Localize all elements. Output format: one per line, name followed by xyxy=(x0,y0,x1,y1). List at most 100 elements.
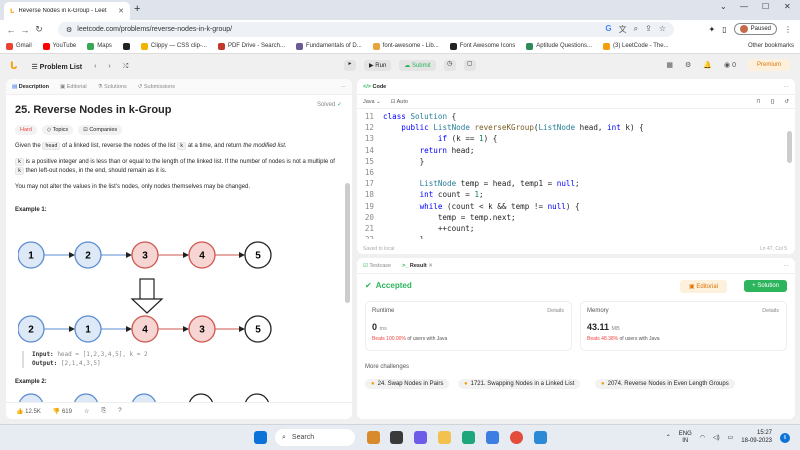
profile-button[interactable]: Paused xyxy=(733,23,777,35)
close-tab-icon[interactable]: ✕ xyxy=(118,7,124,15)
task-view-icon[interactable] xyxy=(390,431,403,444)
auto-mode-toggle[interactable]: ⊡ Auto xyxy=(391,99,408,105)
bookmark-item[interactable]: PDF Drive - Search... xyxy=(217,42,285,50)
close-tab-icon[interactable]: ✕ xyxy=(428,263,433,269)
language-indicator[interactable]: ENG IN xyxy=(679,431,692,445)
bookmark-item[interactable]: Maps xyxy=(87,42,112,50)
run-button[interactable]: ▶ Run xyxy=(364,60,392,71)
notifications-icon[interactable]: 🔔 xyxy=(703,61,712,69)
forward-icon[interactable]: → xyxy=(18,25,32,35)
vscode-icon[interactable] xyxy=(534,431,547,444)
share-link-icon[interactable]: ⎘ xyxy=(101,408,106,415)
address-bar[interactable]: ⚙ leetcode.com/problems/reverse-nodes-in… xyxy=(58,22,674,37)
tray-expand-icon[interactable]: ⌃ xyxy=(666,434,671,441)
bookmark-item[interactable]: Clippy — CSS clip-... xyxy=(140,42,207,50)
windows-start-icon[interactable] xyxy=(254,431,267,444)
notes-icon[interactable]: ▢ xyxy=(463,60,476,71)
solution-button[interactable]: + Solution xyxy=(744,280,787,292)
store-icon[interactable] xyxy=(486,431,499,444)
extensions-icon[interactable]: ✦ xyxy=(709,25,716,34)
zoom-icon[interactable]: ⌕ xyxy=(634,24,638,35)
runtime-card[interactable]: Runtime Details 0 ms Beats 100.00% of us… xyxy=(365,301,572,351)
wifi-icon[interactable]: ◠ xyxy=(700,434,705,441)
other-bookmarks-folder[interactable]: Other bookmarks xyxy=(748,43,794,49)
share-icon[interactable]: ⇪ xyxy=(645,24,652,35)
problem-list-button[interactable]: ☰ Problem List xyxy=(31,63,82,71)
prev-problem-icon[interactable]: ‹ xyxy=(94,63,96,71)
battery-icon[interactable]: ▭ xyxy=(728,434,734,441)
bookmark-icon[interactable]: ⊓ xyxy=(756,99,760,105)
editorial-button[interactable]: ▣ Editorial xyxy=(679,280,727,293)
language-selector[interactable]: Java ⌄ xyxy=(363,99,381,105)
tab-description[interactable]: ▤ Description xyxy=(12,84,49,90)
google-translate-icon[interactable]: G xyxy=(605,24,611,35)
code-scrollbar[interactable] xyxy=(787,131,792,163)
tab-search-icon[interactable]: ⌄ xyxy=(720,2,727,11)
bookmark-item[interactable]: Fundamentals of D... xyxy=(295,42,362,50)
reset-icon[interactable]: ↺ xyxy=(784,99,789,105)
minimize-icon[interactable]: — xyxy=(740,2,748,11)
challenge-link[interactable]: ● 2074. Reverse Nodes in Even Length Grou… xyxy=(595,379,735,389)
debug-icon[interactable]: ▸ xyxy=(344,60,356,71)
bookmark-star-icon[interactable]: ☆ xyxy=(659,24,666,35)
topics-chip[interactable]: ◇ Topics xyxy=(41,124,74,135)
bookmark-item[interactable] xyxy=(122,42,130,50)
result-panel-menu-icon[interactable]: ⋯ xyxy=(784,263,790,269)
streak-counter[interactable]: ◉ 0 xyxy=(724,61,736,69)
shuffle-icon[interactable]: ⤮ xyxy=(123,63,129,71)
browser-tab[interactable]: ᒐ Reverse Nodes in k-Group - Leet ✕ xyxy=(4,2,130,20)
bookmark-item[interactable]: font-awesome - Lib... xyxy=(372,42,439,50)
file-explorer-icon[interactable] xyxy=(438,431,451,444)
premium-button[interactable]: Premium xyxy=(747,59,790,71)
code-editor[interactable]: 11 class Solution { 12 public ListNode re… xyxy=(357,109,795,239)
bookmark-item[interactable]: Gmail xyxy=(6,42,32,50)
reload-icon[interactable]: ↻ xyxy=(32,24,46,35)
site-info-icon[interactable]: ⚙ xyxy=(66,26,72,34)
settings-icon[interactable]: ⚙ xyxy=(685,61,691,69)
challenge-link[interactable]: ● 1721. Swapping Nodes in a Linked List xyxy=(458,379,581,389)
teams-icon[interactable] xyxy=(414,431,427,444)
memory-card[interactable]: Memory Details 43.11 MB Beats 48.38% of … xyxy=(580,301,787,351)
bookmark-item[interactable]: Font Awesome Icons xyxy=(449,42,515,50)
clock[interactable]: 15:27 18-09-2023 xyxy=(741,430,772,446)
expand-icon[interactable]: ⋯ xyxy=(341,84,347,90)
tab-result[interactable]: >_ Result ✕ xyxy=(402,263,433,269)
like-button[interactable]: 👍 12.5K xyxy=(16,408,41,415)
tab-code[interactable]: </> Code xyxy=(363,84,386,90)
bookmark-item[interactable]: (3) LeetCode - The... xyxy=(602,42,669,50)
bookmark-item[interactable]: YouTube xyxy=(42,42,76,50)
next-problem-icon[interactable]: › xyxy=(108,63,110,71)
chrome-icon[interactable] xyxy=(510,431,523,444)
notification-badge[interactable]: 6 xyxy=(780,432,790,443)
tab-testcase[interactable]: ☑ Testcase xyxy=(363,263,391,269)
tab-solutions[interactable]: ⚗ Solutions xyxy=(98,84,127,90)
companies-chip[interactable]: ⊡ Companies xyxy=(78,124,123,135)
taskbar-search[interactable]: ⌕ Search xyxy=(275,429,355,446)
leetcode-logo-icon[interactable]: ᒐ xyxy=(10,61,17,72)
layout-icon[interactable]: ▦ xyxy=(666,61,673,69)
braces-icon[interactable]: {} xyxy=(771,99,775,105)
runtime-details-link[interactable]: Details xyxy=(547,308,564,314)
translate-icon[interactable]: 文 xyxy=(619,24,627,35)
challenge-link[interactable]: ● 24. Swap Nodes in Pairs xyxy=(365,379,450,389)
scrollbar[interactable] xyxy=(345,183,350,303)
tab-submissions[interactable]: ↺ Submissions xyxy=(138,84,175,90)
memory-details-link[interactable]: Details xyxy=(762,308,779,314)
submit-button[interactable]: ☁ Submit xyxy=(399,60,436,71)
edge-icon[interactable] xyxy=(462,431,475,444)
bookmark-item[interactable]: Aptitude Questions... xyxy=(526,42,592,50)
code-panel-menu-icon[interactable]: ⋯ xyxy=(784,84,790,90)
new-tab-icon[interactable]: + xyxy=(134,3,140,15)
widgets-icon[interactable] xyxy=(367,431,380,444)
help-icon[interactable]: ? xyxy=(118,408,121,414)
side-panel-icon[interactable]: ▯ xyxy=(722,25,726,34)
timer-icon[interactable]: ◷ xyxy=(443,60,456,71)
menu-icon[interactable]: ⋮ xyxy=(784,25,792,34)
maximize-icon[interactable]: ☐ xyxy=(762,2,769,11)
dislike-button[interactable]: 👎 619 xyxy=(53,408,72,415)
close-window-icon[interactable]: ✕ xyxy=(784,2,791,11)
volume-icon[interactable]: ◁) xyxy=(713,434,720,441)
tab-editorial[interactable]: ▣ Editorial xyxy=(60,84,87,90)
favorite-star-icon[interactable]: ☆ xyxy=(84,408,89,415)
back-icon[interactable]: ← xyxy=(4,25,18,35)
